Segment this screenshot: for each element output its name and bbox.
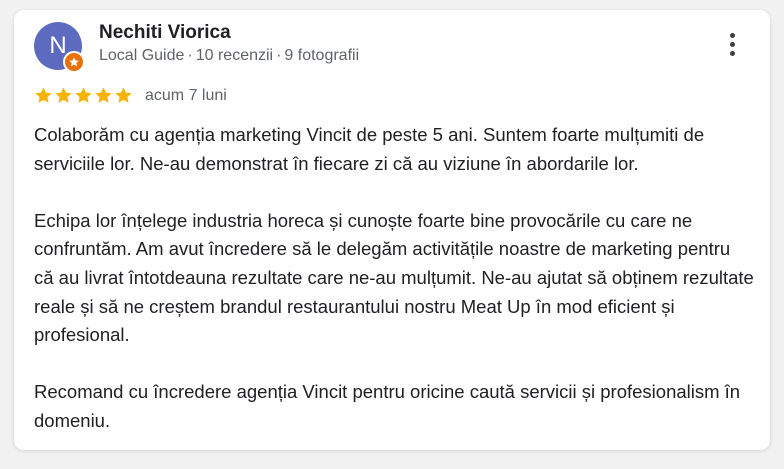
more-vertical-icon [729,41,735,47]
local-guide-badge-icon [63,51,85,73]
star-icon [35,86,52,103]
star-icon [95,86,112,103]
review-date: acum 7 luni [145,87,227,104]
author-level: Local Guide [99,47,185,64]
star-icon [115,86,132,103]
reviews-count: 10 recenzii [195,47,274,64]
author-meta: Local Guide · 10 recenzii · 9 fotografii [99,46,359,66]
avatar-letter: N [49,32,67,59]
more-options-button[interactable] [718,26,746,62]
review-paragraph: Recomand cu încredere agenția Vincit pen… [34,381,741,431]
author-name[interactable]: Nechiti Viorica [99,22,231,44]
review-paragraph: Echipa lor înțelege industria horeca și … [34,209,754,346]
photos-count: 9 fotografii [284,47,360,64]
more-vertical-icon [729,50,735,56]
star-icon [55,86,72,103]
review-text: Colaborăm cu agenția marketing Vincit de… [34,121,754,436]
star-icon [75,86,92,103]
star-rating [34,85,133,105]
meta-separator: · [187,47,193,64]
meta-separator: · [276,47,282,64]
more-vertical-icon [729,32,735,38]
review-paragraph: Colaborăm cu agenția marketing Vincit de… [34,124,705,174]
review-card: N Nechiti Viorica Local Guide · 10 recenzi… [14,10,770,450]
